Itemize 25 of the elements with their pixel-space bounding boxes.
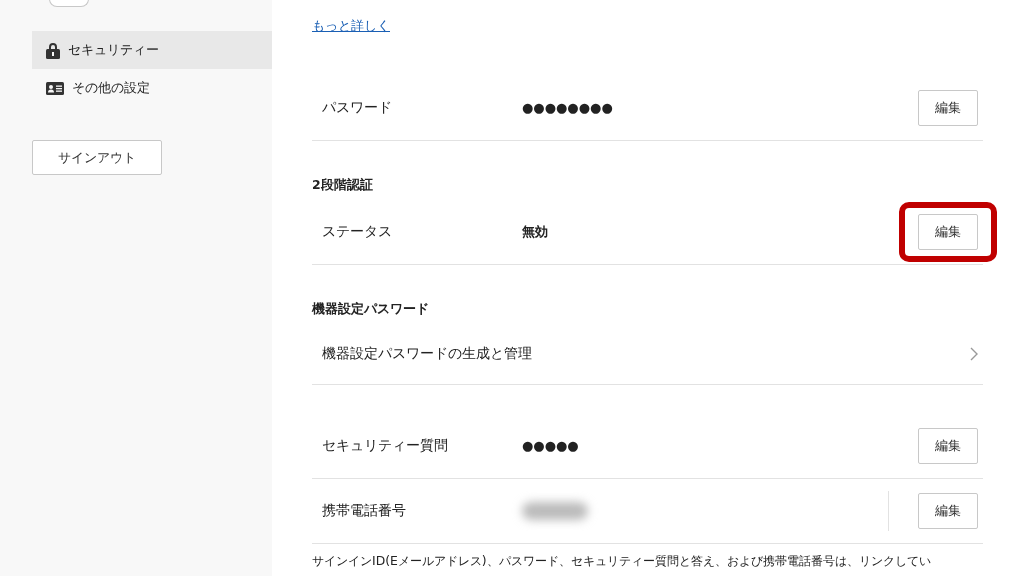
setting-value: ●●●●●: [522, 438, 580, 453]
chevron-right-icon: [970, 346, 978, 361]
nav-row[interactable]: 機器設定パスワードの生成と管理: [312, 323, 983, 385]
edit-button[interactable]: 編集: [918, 427, 978, 464]
learn-more-link[interactable]: もっと詳しく: [312, 17, 390, 35]
sidebar-item-label: その他の設定: [72, 79, 150, 97]
nav-row-label: 機器設定パスワードの生成と管理: [322, 344, 533, 363]
section-heading: 機器設定パスワード: [312, 303, 430, 315]
note-text: サインインID(Eメールアドレス)、パスワード、セキュリティー質問と答え、および携帯電話番号は、リンクしてい: [312, 553, 932, 570]
lock-icon: [46, 41, 60, 59]
section-heading: 2段階認証: [312, 179, 374, 191]
setting-label: ステータス: [322, 222, 393, 241]
sign-out-button[interactable]: サインアウト: [32, 140, 162, 175]
setting-value: 無効: [522, 222, 549, 241]
sidebar-item[interactable]: セキュリティー: [32, 31, 272, 69]
setting-value: ●●●●●●●●: [522, 100, 614, 115]
setting-label: 携帯電話番号: [322, 502, 407, 520]
edit-button[interactable]: 編集: [918, 493, 978, 529]
edit-button[interactable]: 編集: [918, 213, 978, 250]
sidebar-item-label: セキュリティー: [68, 41, 159, 59]
sidebar-item[interactable]: その他の設定: [32, 69, 272, 107]
setting-label: セキュリティー質問: [322, 436, 449, 455]
setting-label: パスワード: [322, 98, 393, 117]
edit-button[interactable]: 編集: [918, 89, 978, 126]
id-card-icon: [46, 81, 64, 95]
